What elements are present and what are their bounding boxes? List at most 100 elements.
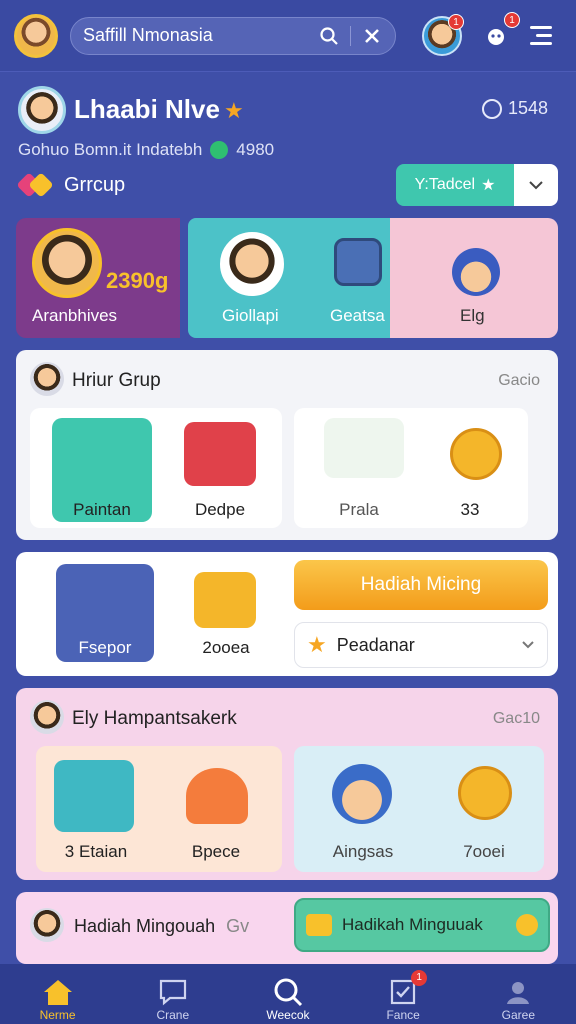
tile-label[interactable]: Aingsas bbox=[308, 842, 418, 862]
profile-icon bbox=[468, 976, 568, 1008]
search-bar[interactable]: Saffill Nmonasia bbox=[70, 16, 396, 55]
nav-label: Weecok bbox=[266, 1008, 310, 1022]
nav-label: Fance bbox=[386, 1008, 420, 1022]
card-title: Ely Hampantsakerk bbox=[72, 708, 237, 729]
tile-prefix: 3 bbox=[64, 842, 75, 861]
claim-reward-button[interactable]: Hadiah Micing bbox=[294, 560, 548, 610]
nav-tasks[interactable]: 1 Fance bbox=[353, 970, 453, 1022]
card-avatar bbox=[30, 908, 64, 942]
star-icon: ★ bbox=[481, 177, 496, 194]
card-right-label: Gacio bbox=[498, 372, 540, 389]
campaign-card: Ely Hampantsakerk Gac10 3 Etaian Bpece A… bbox=[16, 688, 558, 880]
weekly-reward-text: Hadiah Mingouah Gv bbox=[74, 916, 249, 937]
top-bar: Saffill Nmonasia 1 1 bbox=[0, 0, 576, 72]
dropdown-value: Peadanar bbox=[336, 634, 415, 655]
profile-avatar[interactable] bbox=[18, 86, 66, 134]
bot-badge: 1 bbox=[504, 11, 520, 28]
nav-profile[interactable]: Garee bbox=[468, 976, 568, 1022]
points-icon bbox=[481, 98, 502, 119]
chevron-down-icon[interactable] bbox=[514, 164, 558, 206]
group-button[interactable]: Y:Tadcel ★ bbox=[396, 164, 558, 206]
profile-name: Lhaabi Nlve ★ bbox=[74, 94, 244, 125]
banner-right-caption: Elg bbox=[460, 306, 485, 325]
trophy-icon bbox=[306, 914, 332, 936]
bot-icon[interactable]: 1 bbox=[476, 11, 520, 56]
nav-label: Garee bbox=[501, 1008, 536, 1022]
tile-label[interactable]: Prala bbox=[314, 500, 404, 520]
character-avatar bbox=[32, 228, 102, 298]
points-display: 1548 bbox=[481, 98, 548, 119]
rewards-card: Fsepor 2ooea Hadiah Micing ★ Peadanar bbox=[16, 552, 558, 676]
banner-panel-middle[interactable]: Giollapi Geatsa bbox=[188, 218, 390, 338]
tile-label-text: Etaian bbox=[79, 842, 128, 861]
star-icon: ★ bbox=[223, 98, 244, 123]
group-tile-right: Prala 33 bbox=[294, 408, 528, 528]
group-label-text: Grrcup bbox=[64, 173, 126, 196]
nav-label: Nerme bbox=[39, 1008, 76, 1022]
card-title: Hriur Grup bbox=[72, 370, 161, 391]
tile-label[interactable]: 3 Etaian bbox=[46, 842, 146, 862]
top-actions: 1 1 bbox=[422, 11, 562, 56]
claim-reward-button-label: Hadiah Micing bbox=[360, 574, 482, 595]
menu-icon[interactable] bbox=[530, 20, 562, 52]
tile-label[interactable]: 7ooei bbox=[444, 842, 524, 862]
group-action-button[interactable]: Y:Tadcel ★ bbox=[396, 164, 514, 206]
close-icon[interactable] bbox=[359, 23, 385, 49]
chat-icon bbox=[123, 976, 223, 1008]
tile-label[interactable]: Dedpe bbox=[170, 500, 270, 520]
profile-notification-icon[interactable]: 1 bbox=[422, 13, 464, 56]
bottom-navigation: Nerme Crane Weecok 1 Fance Garee bbox=[0, 964, 576, 1024]
stars-icon[interactable] bbox=[324, 418, 404, 478]
card-avatar bbox=[30, 700, 64, 734]
search-icon[interactable] bbox=[316, 23, 342, 49]
checklist-icon bbox=[353, 976, 453, 1008]
notification-badge: 1 bbox=[448, 13, 464, 30]
home-icon bbox=[8, 976, 108, 1008]
campaign-tile-left: 3 Etaian Bpece bbox=[36, 746, 282, 872]
banner-amount: 2390g bbox=[106, 268, 169, 293]
reward-dropdown[interactable]: ★ Peadanar bbox=[294, 622, 548, 668]
search-input[interactable]: Saffill Nmonasia bbox=[83, 25, 316, 46]
gold-medal-icon[interactable] bbox=[450, 428, 502, 480]
weekly-reward-suffix: Gv bbox=[226, 916, 250, 936]
tile-label[interactable]: Fsepor bbox=[56, 638, 154, 658]
feature-banner: 2390g Aranbhives Giollapi Geatsa Elg bbox=[16, 218, 558, 338]
nav-home[interactable]: Nerme bbox=[8, 976, 108, 1022]
tile-label[interactable]: 2ooea bbox=[176, 638, 276, 658]
profile-section: Lhaabi Nlve ★ 1548 Gohuo Bomn.it Indatebh… bbox=[16, 84, 558, 206]
points-value: 1548 bbox=[507, 98, 548, 118]
weekly-reward-button[interactable]: Hadikah Minguuak bbox=[294, 898, 550, 952]
tile-label[interactable]: Paintan bbox=[52, 500, 152, 520]
character-card-icon[interactable] bbox=[54, 760, 134, 832]
coin-icon bbox=[210, 141, 229, 159]
heart-plus-icon[interactable] bbox=[186, 768, 248, 824]
gold-medal-icon[interactable] bbox=[458, 766, 512, 820]
search-icon bbox=[238, 976, 338, 1008]
banner-mid-caption-2: Geatsa bbox=[330, 306, 385, 325]
coins-value: 4980 bbox=[236, 140, 275, 159]
character-hat-icon[interactable] bbox=[332, 764, 392, 824]
banner-panel-amount[interactable]: 2390g Aranbhives bbox=[16, 218, 180, 338]
search-separator bbox=[350, 25, 351, 46]
group-card: Hriur Grup Gacio Paintan Dedpe Prala 33 bbox=[16, 350, 558, 540]
nav-chat[interactable]: Crane bbox=[123, 976, 223, 1022]
tile-label[interactable]: Bpece bbox=[166, 842, 266, 862]
banner-panel-right[interactable]: Elg bbox=[390, 218, 558, 338]
group-label: Grrcup bbox=[16, 172, 126, 198]
banner-left-caption: Aranbhives bbox=[32, 306, 118, 325]
chevron-down-icon bbox=[521, 636, 535, 654]
gift-icon[interactable] bbox=[184, 422, 256, 486]
star-badge-icon: ★ bbox=[307, 632, 327, 657]
user-avatar[interactable] bbox=[14, 13, 58, 58]
card-avatar bbox=[30, 362, 64, 396]
tile-value[interactable]: 33 bbox=[430, 500, 510, 520]
weekly-reward-label: Hadiah Mingouah bbox=[74, 916, 216, 936]
gift-box-icon[interactable] bbox=[194, 572, 256, 628]
wizard-character-icon bbox=[452, 248, 500, 296]
group-tile-left: Paintan Dedpe bbox=[30, 408, 282, 528]
profile-subtitle: Gohuo Bomn.it Indatebh 4980 bbox=[18, 140, 274, 160]
nav-search[interactable]: Weecok bbox=[238, 976, 338, 1022]
hearts-icon bbox=[16, 172, 54, 198]
subtitle-text: Gohuo Bomn.it Indatebh bbox=[18, 140, 203, 159]
weekly-reward-button-label: Hadikah Minguuak bbox=[342, 915, 483, 934]
